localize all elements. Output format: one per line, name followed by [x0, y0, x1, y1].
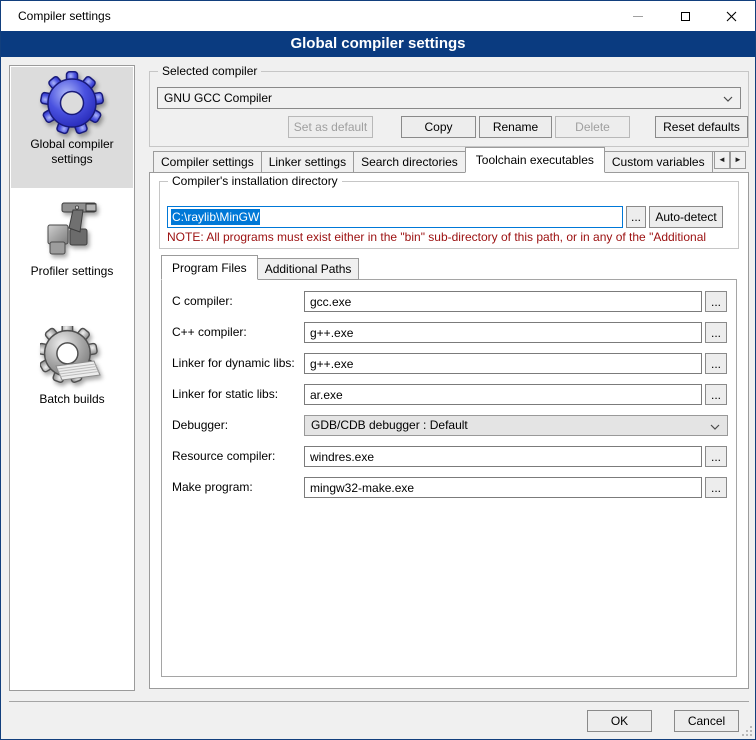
sidebar-item-label: Global compiler settings	[11, 137, 133, 171]
linker-static-label: Linker for static libs:	[172, 384, 278, 405]
linker-static-browse-button[interactable]: ...	[705, 384, 727, 405]
install-dir-note: NOTE: All programs must exist either in …	[167, 230, 733, 245]
resource-compiler-label: Resource compiler:	[172, 446, 275, 467]
subtab-program-files[interactable]: Program Files	[161, 255, 258, 280]
minimize-icon	[633, 16, 643, 17]
rename-button[interactable]: Rename	[479, 116, 552, 138]
compiler-select[interactable]: GNU GCC Compiler	[157, 87, 741, 109]
linker-dynamic-input[interactable]	[304, 353, 702, 374]
grey-gear-papers-icon	[40, 326, 104, 390]
reset-defaults-button[interactable]: Reset defaults	[655, 116, 748, 138]
auto-detect-button[interactable]: Auto-detect	[649, 206, 723, 228]
tab-compiler-settings[interactable]: Compiler settings	[153, 151, 262, 173]
window-title: Compiler settings	[18, 9, 111, 23]
compiler-select-value: GNU GCC Compiler	[164, 91, 272, 105]
resource-compiler-input[interactable]	[304, 446, 702, 467]
c-compiler-browse-button[interactable]: ...	[705, 291, 727, 312]
program-files-page: C compiler: ... C++ compiler: ... Linker…	[161, 279, 737, 677]
compiler-settings-dialog: Compiler settings Global compiler settin…	[0, 0, 756, 740]
sidebar-item-global-compiler-settings[interactable]: Global compiler settings	[11, 67, 133, 188]
c-compiler-label: C compiler:	[172, 291, 233, 312]
cpp-compiler-input[interactable]	[304, 322, 702, 343]
linker-dynamic-browse-button[interactable]: ...	[705, 353, 727, 374]
sidebar-item-label: Batch builds	[11, 392, 133, 411]
sidebar-item-label: Profiler settings	[11, 264, 133, 283]
chevron-down-icon	[723, 96, 733, 102]
tab-scroll-right-button[interactable]: ►	[730, 151, 746, 169]
tab-search-directories[interactable]: Search directories	[353, 151, 466, 173]
resize-grip[interactable]	[741, 725, 753, 737]
delete-button[interactable]: Delete	[555, 116, 630, 138]
tab-scroll-left-button[interactable]: ◄	[714, 151, 730, 169]
install-dir-selected-text: C:\raylib\MinGW	[171, 209, 260, 225]
blue-gear-icon	[40, 71, 104, 135]
chevron-down-icon	[710, 424, 720, 430]
cpp-compiler-browse-button[interactable]: ...	[705, 322, 727, 343]
tab-linker-settings[interactable]: Linker settings	[261, 151, 354, 173]
close-button[interactable]	[708, 1, 754, 31]
close-icon	[726, 11, 737, 22]
sidebar: Global compiler settings Profiler settin…	[9, 65, 135, 691]
copy-button[interactable]: Copy	[401, 116, 476, 138]
make-program-input[interactable]	[304, 477, 702, 498]
ok-button[interactable]: OK	[587, 710, 652, 732]
debugger-select-value: GDB/CDB debugger : Default	[311, 418, 468, 432]
title-bar: Compiler settings	[1, 1, 755, 31]
selected-compiler-group-label: Selected compiler	[158, 64, 261, 78]
maximize-icon	[681, 12, 690, 21]
set-as-default-button[interactable]: Set as default	[288, 116, 373, 138]
install-dir-group-label: Compiler's installation directory	[168, 174, 342, 188]
c-compiler-input[interactable]	[304, 291, 702, 312]
caliper-cubes-icon	[40, 198, 104, 262]
make-program-browse-button[interactable]: ...	[705, 477, 727, 498]
debugger-select[interactable]: GDB/CDB debugger : Default	[304, 415, 728, 436]
dialog-header: Global compiler settings	[1, 31, 755, 57]
resource-compiler-browse-button[interactable]: ...	[705, 446, 727, 467]
make-program-label: Make program:	[172, 477, 253, 498]
install-dir-input[interactable]: C:\raylib\MinGW	[167, 206, 623, 228]
linker-static-input[interactable]	[304, 384, 702, 405]
footer-separator	[9, 701, 749, 702]
maximize-button[interactable]	[662, 1, 708, 31]
minimize-button[interactable]	[615, 1, 661, 31]
subtab-additional-paths[interactable]: Additional Paths	[257, 258, 360, 280]
toolchain-subtabs: Program Files Additional Paths	[161, 255, 358, 280]
cpp-compiler-label: C++ compiler:	[172, 322, 247, 343]
linker-dynamic-label: Linker for dynamic libs:	[172, 353, 295, 374]
sidebar-item-batch-builds[interactable]: Batch builds	[11, 322, 133, 426]
sidebar-item-profiler-settings[interactable]: Profiler settings	[11, 194, 133, 294]
install-dir-browse-button[interactable]: ...	[626, 206, 646, 228]
tab-toolchain-executables[interactable]: Toolchain executables	[465, 147, 605, 173]
tab-custom-variables[interactable]: Custom variables	[604, 151, 713, 173]
cancel-button[interactable]: Cancel	[674, 710, 739, 732]
debugger-label: Debugger:	[172, 415, 228, 436]
compiler-tabs: Compiler settings Linker settings Search…	[153, 147, 715, 173]
